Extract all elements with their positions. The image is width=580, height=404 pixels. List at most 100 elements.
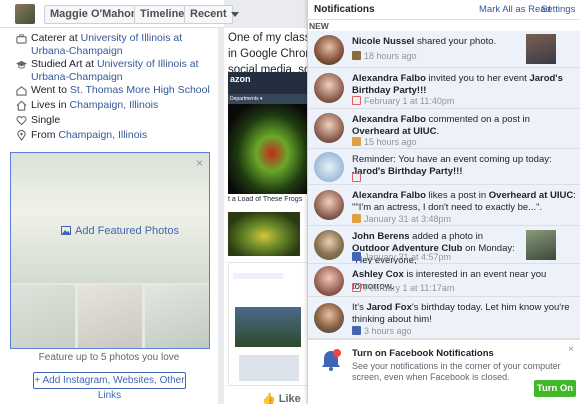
chevron-down-icon — [230, 11, 239, 17]
notification-meta: 18 hours ago — [352, 51, 417, 62]
amazon-departments-bar: Departments ▾ — [228, 94, 308, 104]
avatar — [314, 230, 344, 260]
notification-text: Reminder: You have an event coming up to… — [352, 154, 552, 177]
comment-icon — [352, 137, 361, 146]
photo-thumbnail — [526, 230, 556, 260]
settings-link[interactable]: Settings — [541, 4, 575, 15]
frog-image[interactable] — [228, 104, 308, 194]
add-links-button[interactable]: + Add Instagram, Websites, Other Links — [33, 372, 186, 401]
bell-icon — [322, 349, 341, 371]
home-icon — [16, 100, 27, 111]
post-text-line: One of my classes — [228, 32, 308, 44]
notification-item[interactable]: Alexandra Falbo likes a post in Overhear… — [308, 185, 580, 226]
avatar — [314, 73, 344, 103]
calendar-icon — [352, 96, 361, 105]
about-residence-link[interactable]: Champaign, Illinois — [70, 99, 159, 111]
briefcase-icon — [16, 34, 27, 44]
profile-nav-bar: Maggie O'Mahoney Timeline Recent — [0, 0, 239, 28]
recent-dropdown[interactable]: Recent — [184, 5, 239, 24]
add-featured-photos-label: Add Featured Photos — [75, 225, 179, 237]
notifications-title: Notifications — [314, 4, 375, 15]
new-section-label: NEW — [309, 21, 329, 31]
about-education-prefix: Studied Art at — [31, 58, 97, 70]
notifications-header: Notifications Mark All as Read · Setting… — [308, 0, 580, 20]
facebook-icon — [352, 326, 361, 335]
about-school-prefix: Went to — [31, 84, 70, 96]
avatar — [314, 113, 344, 143]
avatar — [314, 35, 344, 65]
graduation-cap-icon — [16, 60, 27, 69]
amazon-logo: azon — [230, 74, 251, 84]
amazon-screenshot-image[interactable]: azon Departments ▾ — [228, 72, 308, 104]
notification-meta: February 1 at 11:40pm — [352, 96, 454, 107]
avatar — [314, 266, 344, 296]
facebook-profile-page: Maggie O'Mahoney Timeline Recent Caterer… — [0, 0, 580, 404]
about-residence: Lives in Champaign, Illinois — [16, 99, 212, 112]
about-school-link[interactable]: St. Thomas More High School — [70, 84, 210, 96]
about-school: Went to St. Thomas More High School — [16, 84, 212, 97]
school-icon — [16, 86, 27, 96]
post-text-line: in Google Chrome. — [228, 48, 308, 60]
like-label: Like — [278, 393, 301, 404]
notification-meta: February 1 at 11:17am — [352, 283, 454, 294]
featured-photos-box[interactable]: × Add Featured Photos — [10, 152, 210, 349]
group-icon — [352, 252, 361, 261]
heart-icon — [16, 116, 27, 126]
about-hometown-link[interactable]: Champaign, Illinois — [58, 129, 147, 141]
profile-name-button[interactable]: Maggie O'Mahoney — [44, 5, 150, 24]
featured-caption: Feature up to 5 photos you love — [38, 352, 180, 363]
calendar-icon — [352, 283, 361, 292]
photo-icon — [61, 226, 71, 235]
about-hometown: From Champaign, Illinois — [16, 129, 212, 142]
avatar — [314, 152, 344, 182]
banner-title: Turn on Facebook Notifications — [352, 348, 494, 359]
notifications-flyout: Notifications Mark All as Read · Setting… — [307, 0, 580, 404]
turn-on-button[interactable]: Turn On — [534, 380, 576, 397]
notification-meta: 3 hours ago — [352, 326, 412, 337]
notification-text: Alexandra Falbo invited you to her event… — [352, 73, 563, 96]
like-button[interactable]: 👍 Like — [262, 392, 301, 404]
add-featured-photos-button[interactable]: Add Featured Photos — [61, 225, 179, 237]
enable-notifications-banner: Turn on Facebook Notifications See your … — [308, 339, 580, 404]
avatar — [314, 303, 344, 333]
about-work: Caterer at University of Illinois at Urb… — [16, 32, 212, 58]
about-work-prefix: Caterer at — [31, 32, 81, 44]
thumbs-up-icon: 👍 — [262, 393, 276, 404]
post-text: One of my classes in Google Chrome. soci… — [228, 30, 308, 78]
notification-item[interactable]: Alexandra Falbo invited you to her event… — [308, 68, 580, 109]
recent-label: Recent — [190, 8, 227, 20]
avatar — [314, 190, 344, 220]
notification-meta: January 31 at 3:48pm — [352, 214, 451, 225]
close-icon[interactable]: × — [196, 156, 203, 170]
frog-article-title: t a Load of These Frogs — [228, 196, 303, 203]
notification-meta: January 31 at 4:57pm — [352, 252, 451, 263]
about-residence-prefix: Lives in — [31, 99, 70, 111]
notification-item[interactable]: Reminder: You have an event coming up to… — [308, 149, 580, 185]
notification-item[interactable]: It's Jarod Fox's birthday today. Let him… — [308, 297, 580, 339]
calendar-icon — [352, 173, 361, 182]
frog-thumbnail[interactable] — [228, 212, 300, 256]
location-pin-icon — [17, 130, 26, 141]
notification-text: Nicole Nussel shared your photo. — [352, 36, 497, 47]
timeline-dropdown[interactable]: Timeline — [134, 5, 197, 24]
about-hometown-prefix: From — [31, 129, 59, 141]
close-icon[interactable]: × — [568, 344, 574, 355]
timeline-label: Timeline — [140, 8, 185, 20]
about-relationship-text: Single — [31, 114, 61, 126]
notification-item[interactable]: Nicole Nussel shared your photo. 18 hour… — [308, 31, 580, 68]
webpage-screenshot-image[interactable] — [228, 262, 308, 386]
notification-item[interactable]: Alexandra Falbo commented on a post in O… — [308, 109, 580, 149]
notification-meta: 15 hours ago — [352, 137, 417, 148]
photo-thumbnail — [526, 34, 556, 64]
photo-icon — [352, 51, 361, 60]
notification-item[interactable]: Ashley Cox is interested in an event nea… — [308, 264, 580, 297]
about-education: Studied Art at University of Illinois at… — [16, 58, 212, 84]
notification-meta — [352, 173, 364, 184]
comment-icon — [352, 214, 361, 223]
notification-text: Alexandra Falbo commented on a post in O… — [352, 114, 530, 137]
notification-text: It's Jarod Fox's birthday today. Let him… — [352, 302, 570, 325]
separator-dot: · — [535, 4, 539, 15]
notification-text: Alexandra Falbo likes a post in Overhear… — [352, 190, 576, 213]
notification-item[interactable]: John Berens added a photo in Outdoor Adv… — [308, 226, 580, 266]
profile-avatar[interactable] — [15, 4, 35, 24]
